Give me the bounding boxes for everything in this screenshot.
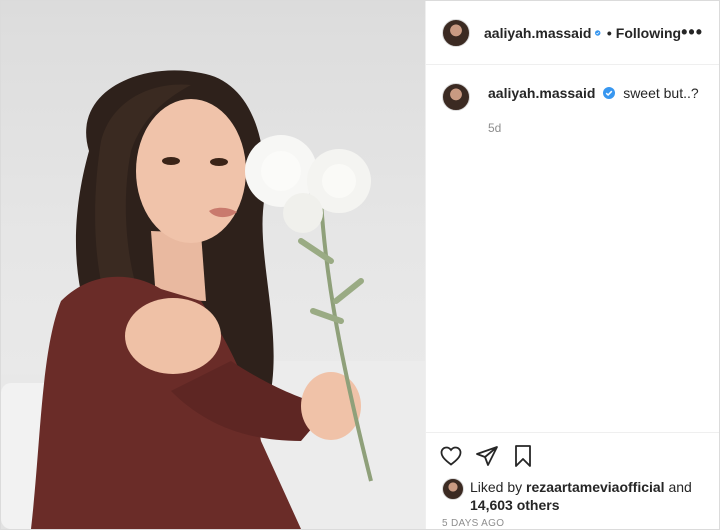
caption-username[interactable]: aaliyah.massaid (488, 85, 595, 101)
action-bar (426, 432, 719, 478)
verified-badge-icon (603, 87, 616, 99)
likes-text: Liked by rezaartameviaofficial and 14,60… (470, 478, 703, 514)
more-options-icon[interactable]: ••• (681, 22, 703, 43)
liker-avatar[interactable] (442, 478, 464, 500)
verified-badge-icon (595, 29, 601, 36)
likes-and: and (668, 479, 692, 495)
likes-prefix: Liked by (470, 479, 523, 495)
author-username[interactable]: aaliyah.massaid (484, 25, 591, 41)
caption-body: sweet but..? (623, 85, 699, 101)
post-photo[interactable] (1, 1, 425, 529)
caption-row: aaliyah.massaid sweet but..? (442, 83, 703, 111)
post-timestamp[interactable]: 5 DAYS AGO (426, 514, 719, 529)
likes-count[interactable]: 14,603 others (470, 497, 560, 513)
paper-plane-icon[interactable] (474, 443, 500, 469)
post-sidebar: aaliyah.massaid • Following ••• aaliyah.… (425, 1, 719, 529)
post-modal: aaliyah.massaid • Following ••• aaliyah.… (0, 0, 720, 530)
post-header: aaliyah.massaid • Following ••• (426, 1, 719, 65)
separator-dot: • (606, 24, 612, 41)
author-avatar[interactable] (442, 18, 470, 47)
caption-avatar[interactable] (442, 83, 470, 111)
likes-summary: Liked by rezaartameviaofficial and 14,60… (426, 478, 719, 514)
liker-username[interactable]: rezaartameviaofficial (526, 479, 665, 495)
caption-text: aaliyah.massaid sweet but..? (488, 83, 699, 103)
photo-illustration (1, 70, 425, 529)
bookmark-icon[interactable] (510, 443, 536, 469)
following-button[interactable]: Following (616, 25, 681, 41)
heart-icon[interactable] (438, 443, 464, 469)
comments-section: aaliyah.massaid sweet but..? 5d (426, 65, 719, 432)
caption-age[interactable]: 5d (488, 121, 703, 135)
